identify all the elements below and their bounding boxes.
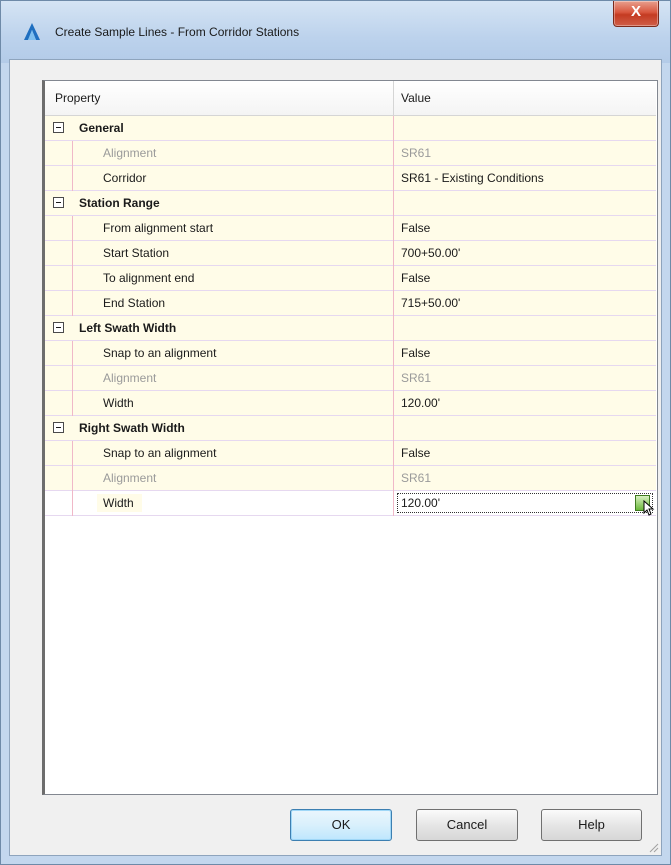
collapse-toggle-icon[interactable] [53, 322, 64, 333]
indent-line [72, 216, 73, 241]
property-value[interactable]: SR61 [401, 146, 431, 160]
property-row[interactable]: Alignment SR61 [45, 141, 656, 166]
cancel-button[interactable]: Cancel [416, 809, 518, 841]
category-label: Right Swath Width [79, 421, 185, 435]
property-value[interactable]: 700+50.00' [401, 246, 460, 260]
property-row[interactable]: Snap to an alignment False [45, 341, 656, 366]
property-value[interactable]: False [401, 221, 430, 235]
category-row[interactable]: General [45, 116, 656, 141]
property-value[interactable]: 120.00' [401, 396, 440, 410]
indent-line [72, 241, 73, 266]
property-row[interactable]: From alignment start False [45, 216, 656, 241]
collapse-toggle-icon[interactable] [53, 422, 64, 433]
collapse-toggle-icon[interactable] [53, 122, 64, 133]
property-label: Corridor [103, 171, 147, 185]
cell-divider [393, 316, 394, 341]
property-label: Snap to an alignment [103, 446, 217, 460]
property-row[interactable]: Corridor SR61 - Existing Conditions [45, 166, 656, 191]
cell-divider [393, 241, 394, 266]
indent-line [72, 391, 73, 416]
property-value[interactable]: False [401, 346, 430, 360]
property-column-header[interactable]: Property [55, 91, 100, 105]
cell-divider [393, 116, 394, 141]
property-label: Width [97, 494, 142, 512]
category-label: Left Swath Width [79, 321, 177, 335]
property-label: Width [103, 396, 134, 410]
property-value[interactable]: SR61 - Existing Conditions [401, 171, 544, 185]
cell-divider [393, 291, 394, 316]
dialog-client-area: Property Value General Alignment SR61 Corri… [9, 59, 662, 856]
property-label: To alignment end [103, 271, 195, 285]
close-button[interactable]: X [613, 1, 659, 27]
resize-grip-icon[interactable] [647, 841, 659, 853]
cell-divider [393, 491, 394, 516]
title-bar[interactable]: Create Sample Lines - From Corridor Stat… [1, 1, 670, 63]
indent-line [72, 341, 73, 366]
property-label: Start Station [103, 246, 170, 260]
collapse-toggle-icon[interactable] [53, 197, 64, 208]
cell-divider [393, 391, 394, 416]
indent-line [72, 141, 73, 166]
property-value[interactable]: SR61 [401, 371, 431, 385]
cell-divider [393, 166, 394, 191]
property-label: Alignment [103, 471, 157, 485]
indent-line [72, 491, 73, 516]
grid-header: Property Value [45, 81, 656, 116]
property-value[interactable]: 120.00' [401, 496, 440, 510]
property-value[interactable]: 715+50.00' [401, 296, 460, 310]
property-grid: Property Value General Alignment SR61 Corri… [42, 80, 658, 795]
indent-line [72, 291, 73, 316]
property-row[interactable]: Start Station 700+50.00' [45, 241, 656, 266]
property-label: From alignment start [103, 221, 214, 235]
property-row[interactable]: Width 120.00' [45, 491, 656, 516]
category-label: Station Range [79, 196, 160, 210]
help-button[interactable]: Help [541, 809, 642, 841]
dialog-window: Create Sample Lines - From Corridor Stat… [0, 0, 671, 865]
cell-divider [393, 341, 394, 366]
autocad-logo-icon [24, 23, 40, 40]
indent-line [72, 366, 73, 391]
property-value[interactable]: False [401, 446, 430, 460]
category-label: General [79, 121, 124, 135]
property-row[interactable]: Alignment SR61 [45, 366, 656, 391]
property-value[interactable]: SR61 [401, 471, 431, 485]
ok-button[interactable]: OK [290, 809, 392, 841]
cell-divider [393, 216, 394, 241]
cell-divider [393, 191, 394, 216]
indent-line [72, 441, 73, 466]
property-label: Snap to an alignment [103, 346, 217, 360]
property-label: Alignment [103, 371, 157, 385]
property-label: End Station [103, 296, 166, 310]
property-row[interactable]: Alignment SR61 [45, 466, 656, 491]
indent-line [72, 466, 73, 491]
cell-divider [393, 366, 394, 391]
cell-divider [393, 466, 394, 491]
property-value[interactable]: False [401, 271, 430, 285]
window-title: Create Sample Lines - From Corridor Stat… [55, 25, 300, 39]
property-row[interactable]: Snap to an alignment False [45, 441, 656, 466]
value-column-header[interactable]: Value [401, 91, 431, 105]
grid-rows: General Alignment SR61 Corridor SR61 - Exist… [45, 116, 656, 516]
category-row[interactable]: Right Swath Width [45, 416, 656, 441]
column-divider[interactable] [393, 81, 394, 115]
cell-divider [393, 416, 394, 441]
property-row[interactable]: To alignment end False [45, 266, 656, 291]
property-row[interactable]: End Station 715+50.00' [45, 291, 656, 316]
close-icon: X [630, 3, 641, 20]
pick-from-drawing-button[interactable] [635, 495, 655, 516]
mouse-pointer-icon [643, 500, 655, 516]
indent-line [72, 166, 73, 191]
cell-divider [393, 141, 394, 166]
cell-divider [393, 266, 394, 291]
property-row[interactable]: Width 120.00' [45, 391, 656, 416]
category-row[interactable]: Station Range [45, 191, 656, 216]
cell-divider [393, 441, 394, 466]
property-label: Alignment [103, 146, 157, 160]
category-row[interactable]: Left Swath Width [45, 316, 656, 341]
indent-line [72, 266, 73, 291]
value-editor[interactable]: 120.00' [397, 493, 655, 516]
